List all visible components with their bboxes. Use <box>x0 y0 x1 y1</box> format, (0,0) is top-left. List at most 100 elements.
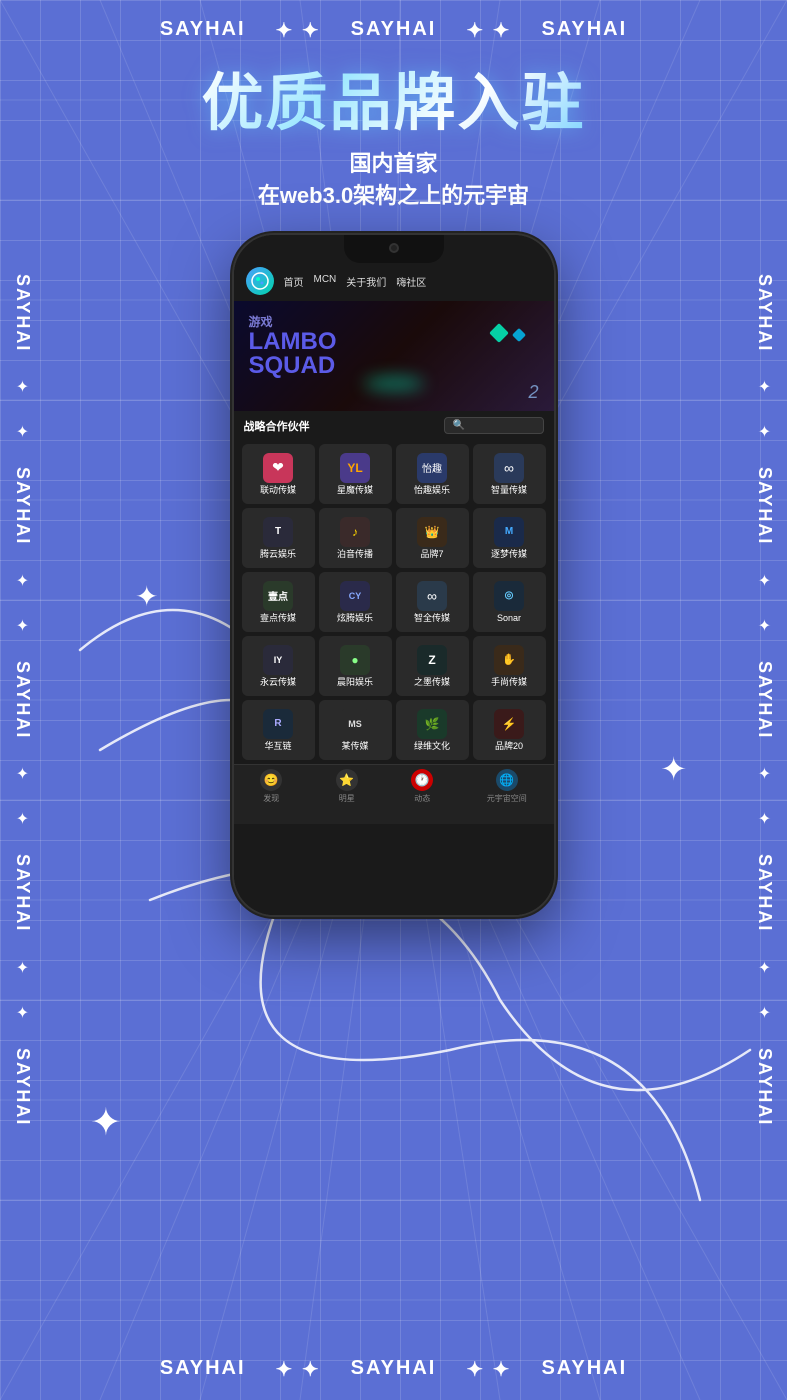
app-logo <box>246 267 274 295</box>
brand-icon-3: 怡趣 <box>417 453 447 483</box>
brand-icon-13: IY <box>263 645 293 675</box>
nav-metaverse-label: 元宇宙空间 <box>487 793 527 804</box>
brand-cell-sonar[interactable]: ◎ Sonar <box>473 572 546 632</box>
right-star-3: ✦ <box>758 571 771 591</box>
nav-home[interactable]: 首页 <box>284 274 304 289</box>
brand-cell-3[interactable]: 怡趣 怡趣娱乐 <box>396 444 469 504</box>
nav-mcn[interactable]: MCN <box>314 274 337 289</box>
brand-name-14: 晨阳娱乐 <box>337 677 373 688</box>
brand-cell-20[interactable]: ⚡ 品牌20 <box>473 700 546 760</box>
brand-icon-8: M <box>494 517 524 547</box>
app-nav-links: 首页 MCN 关于我们 嗨社区 <box>284 274 427 289</box>
brand-name-15: 之墨传媒 <box>414 677 450 688</box>
nav-metaverse-icon: 🌐 <box>496 769 518 791</box>
headline: 优质品牌入驻 <box>201 70 585 138</box>
brand-name-3: 怡趣娱乐 <box>414 485 450 496</box>
right-sayhai-3: SAYHAI <box>754 661 775 739</box>
brand-cell-9[interactable]: 壹点 壹点传媒 <box>242 572 315 632</box>
subheadline2: 在web3.0架构之上的元宇宙 <box>258 178 529 210</box>
right-star-5: ✦ <box>758 764 771 784</box>
nav-about[interactable]: 关于我们 <box>346 274 386 289</box>
phone-notch <box>344 235 444 263</box>
right-sayhai-5: SAYHAI <box>754 1048 775 1126</box>
nav-community[interactable]: 嗨社区 <box>396 274 426 289</box>
brand-cell-10[interactable]: CY 炫腾娱乐 <box>319 572 392 632</box>
brand-icon-6: ♪ <box>340 517 370 547</box>
nav-star-icon: ⭐ <box>336 769 358 791</box>
brand-icon-sonar: ◎ <box>494 581 524 611</box>
nav-star[interactable]: ⭐ 明星 <box>336 769 358 804</box>
brand-cell-7[interactable]: 👑 品牌7 <box>396 508 469 568</box>
bottom-diamond-2: ✦ ✦ <box>466 1357 511 1382</box>
nav-dynamic[interactable]: 🕐 动态 <box>411 769 433 804</box>
bottom-diamond-1: ✦ ✦ <box>276 1357 321 1382</box>
brand-grid: ❤ 联动传媒 YL 星魔传媒 怡趣 怡趣娱乐 <box>234 440 554 764</box>
nav-dynamic-label: 动态 <box>414 793 430 804</box>
brand-name-17: 华互链 <box>264 741 291 752</box>
brand-cell-13[interactable]: IY 永云传媒 <box>242 636 315 696</box>
left-sayhai-5: SAYHAI <box>12 1048 33 1126</box>
nav-discover-icon: 😊 <box>260 769 282 791</box>
section-header: 战略合作伙伴 🔍 <box>234 411 554 440</box>
brand-cell-16[interactable]: ✋ 手尚传媒 <box>473 636 546 696</box>
nav-discover[interactable]: 😊 发现 <box>260 769 282 804</box>
nav-dynamic-icon: 🕐 <box>411 769 433 791</box>
brand-icon-1: ❤ <box>263 453 293 483</box>
top-sayhai-2: SAYHAI <box>351 18 437 43</box>
main-content: 优质品牌入驻 国内首家 在web3.0架构之上的元宇宙 <box>50 60 737 915</box>
brand-cell-1[interactable]: ❤ 联动传媒 <box>242 444 315 504</box>
sparkle-3: ✦ <box>90 1100 122 1145</box>
subheadline1: 国内首家 <box>349 146 437 178</box>
brand-name-4: 智量传媒 <box>491 485 527 496</box>
phone-camera <box>389 243 399 253</box>
brand-name-5: 腾云娱乐 <box>260 549 296 560</box>
brand-cell-17[interactable]: R 华互链 <box>242 700 315 760</box>
brand-icon-18: MS <box>340 709 370 739</box>
phone-frame: 首页 MCN 关于我们 嗨社区 游戏 LAMBOSQUAD <box>234 235 554 915</box>
bottom-sayhai-3: SAYHAI <box>541 1357 627 1382</box>
brand-cell-5[interactable]: T 腾云娱乐 <box>242 508 315 568</box>
brand-cell-14[interactable]: ● 晨阳娱乐 <box>319 636 392 696</box>
left-star-1: ✦ <box>16 377 29 397</box>
left-sayhai-bar: SAYHAI ✦ ✦ SAYHAI ✦ ✦ SAYHAI ✦ ✦ SAYHAI … <box>12 0 33 1400</box>
brand-cell-15[interactable]: Z 之墨传媒 <box>396 636 469 696</box>
brand-cell-18[interactable]: MS 某传媒 <box>319 700 392 760</box>
brand-icon-16: ✋ <box>494 645 524 675</box>
brand-icon-10: CY <box>340 581 370 611</box>
left-star-3: ✦ <box>16 571 29 591</box>
right-star-1: ✦ <box>758 377 771 397</box>
right-sayhai-bar: SAYHAI ✦ ✦ SAYHAI ✦ ✦ SAYHAI ✦ ✦ SAYHAI … <box>754 0 775 1400</box>
brand-icon-17: R <box>263 709 293 739</box>
brand-name-7: 品牌7 <box>420 549 443 560</box>
brand-name-20: 品牌20 <box>495 741 523 752</box>
brand-icon-9: 壹点 <box>263 581 293 611</box>
top-diamond-1: ✦ ✦ <box>276 18 321 43</box>
banner-icons <box>492 326 524 340</box>
left-star-4: ✦ <box>16 616 29 636</box>
brand-cell-4[interactable]: ∞ 智量传媒 <box>473 444 546 504</box>
search-box[interactable]: 🔍 <box>444 417 544 434</box>
brand-name-9: 壹点传媒 <box>260 613 296 624</box>
banner-number: 2 <box>528 382 538 403</box>
right-star-6: ✦ <box>758 809 771 829</box>
top-diamond-2: ✦ ✦ <box>466 18 511 43</box>
brand-cell-8[interactable]: M 逐梦传媒 <box>473 508 546 568</box>
brand-name-11: 智全传媒 <box>414 613 450 624</box>
right-star-8: ✦ <box>758 1003 771 1023</box>
nav-discover-label: 发现 <box>263 793 279 804</box>
brand-name-sonar: Sonar <box>497 613 521 624</box>
brand-cell-6[interactable]: ♪ 泊音传播 <box>319 508 392 568</box>
right-star-4: ✦ <box>758 616 771 636</box>
app-bottom-nav: 😊 发现 ⭐ 明星 🕐 动态 🌐 元宇宙空间 <box>234 764 554 824</box>
brand-name-2: 星魔传媒 <box>337 485 373 496</box>
brand-name-18: 某传媒 <box>341 741 368 752</box>
right-sayhai-2: SAYHAI <box>754 467 775 545</box>
nav-metaverse[interactable]: 🌐 元宇宙空间 <box>487 769 527 804</box>
brand-cell-11[interactable]: ∞ 智全传媒 <box>396 572 469 632</box>
bottom-sayhai-2: SAYHAI <box>351 1357 437 1382</box>
brand-icon-7: 👑 <box>417 517 447 547</box>
brand-icon-19: 🌿 <box>417 709 447 739</box>
brand-cell-19[interactable]: 🌿 绿维文化 <box>396 700 469 760</box>
brand-icon-4: ∞ <box>494 453 524 483</box>
brand-cell-2[interactable]: YL 星魔传媒 <box>319 444 392 504</box>
